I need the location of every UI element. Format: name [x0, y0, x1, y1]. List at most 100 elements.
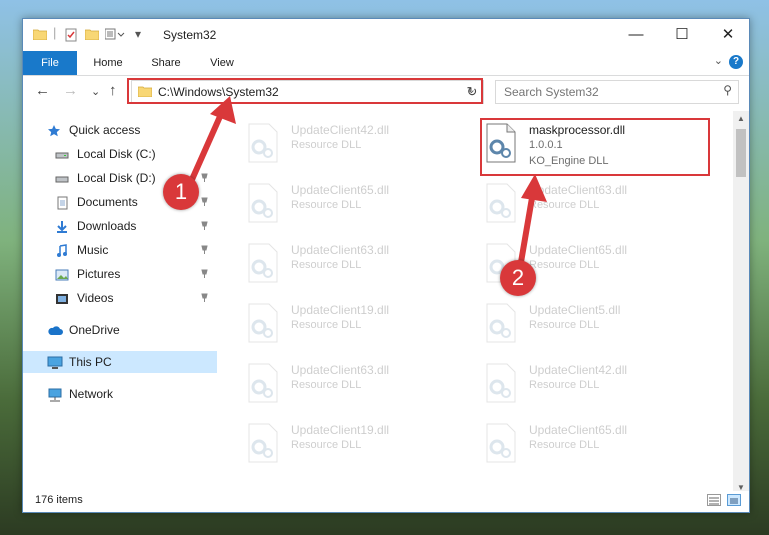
search-input[interactable]	[502, 84, 706, 100]
sidebar-item-label: Pictures	[77, 267, 121, 281]
sidebar-item-label: Quick access	[69, 123, 141, 137]
properties-icon[interactable]	[65, 28, 77, 45]
list-item[interactable]: UpdateClient63.dll Resource DLL	[235, 357, 465, 411]
music-icon	[55, 243, 69, 257]
large-icons-view-icon[interactable]	[727, 494, 741, 506]
tab-file[interactable]: File	[23, 51, 77, 75]
sidebar-item-pictures[interactable]: Pictures	[23, 263, 217, 285]
dll-file-icon	[245, 423, 281, 463]
sidebar-item-videos[interactable]: Videos	[23, 287, 217, 309]
dll-file-icon	[483, 363, 519, 403]
details-view-icon[interactable]	[707, 494, 721, 506]
scroll-up-icon[interactable]: ▲	[733, 111, 749, 127]
navigation-bar: ← → ⌄ ↑ C:\Windows\System32 ⌄ ↻ ⚲	[23, 76, 749, 110]
quick-access-dropdown-icon[interactable]: ▾	[135, 27, 141, 41]
cloud-icon	[47, 323, 63, 337]
step-1-callout: 1	[163, 174, 199, 210]
recent-locations-button[interactable]: ⌄	[91, 85, 100, 98]
new-folder-icon[interactable]	[84, 28, 100, 43]
minimize-button[interactable]: —	[613, 23, 659, 47]
list-item[interactable]: UpdateClient19.dll Resource DLL	[235, 297, 465, 351]
list-item[interactable]: UpdateClient42.dll Resource DLL	[473, 357, 703, 411]
file-description: Resource DLL	[291, 379, 362, 391]
up-button[interactable]: ↑	[109, 82, 117, 99]
file-description: Resource DLL	[291, 199, 362, 211]
search-icon[interactable]: ⚲	[723, 83, 732, 97]
sidebar-item-this-pc[interactable]: This PC	[23, 351, 217, 373]
list-item[interactable]: UpdateClient19.dll Resource DLL	[235, 417, 465, 471]
sidebar-item-onedrive[interactable]: OneDrive	[23, 319, 217, 341]
file-name: UpdateClient65.dll	[291, 183, 390, 197]
sidebar-item-label: Documents	[77, 195, 138, 209]
sidebar-item-label: Videos	[77, 291, 114, 305]
file-name: UpdateClient42.dll	[291, 123, 390, 137]
sidebar-item-quick-access[interactable]: Quick access	[23, 119, 217, 141]
close-button[interactable]: ✕	[705, 23, 749, 47]
sidebar-item-downloads[interactable]: Downloads	[23, 215, 217, 237]
customize-toolbar-icon[interactable]	[104, 28, 127, 43]
sidebar-item-label: This PC	[69, 355, 112, 369]
file-name: UpdateClient65.dll	[529, 243, 628, 257]
window-title: System32	[163, 28, 217, 42]
help-icon[interactable]: ?	[729, 55, 743, 69]
dll-file-icon	[483, 183, 519, 223]
dll-file-icon	[245, 183, 281, 223]
file-name: UpdateClient63.dll	[529, 183, 628, 197]
file-description: KO_Engine DLL	[529, 155, 609, 167]
back-button[interactable]: ←	[35, 82, 50, 99]
tab-share[interactable]: Share	[141, 51, 191, 75]
file-version: 1.0.0.1	[529, 139, 563, 151]
step-2-callout: 2	[500, 260, 536, 296]
address-path[interactable]: C:\Windows\System32	[158, 85, 279, 99]
file-description: Resource DLL	[291, 319, 362, 331]
file-description: Resource DLL	[291, 439, 362, 451]
sidebar-item-label: OneDrive	[69, 323, 120, 337]
list-item[interactable]: UpdateClient65.dll Resource DLL	[235, 177, 465, 231]
computer-icon	[47, 355, 63, 369]
forward-button[interactable]: →	[63, 82, 78, 99]
documents-icon	[55, 195, 69, 210]
dll-file-icon	[245, 123, 281, 163]
navigation-pane: Quick access Local Disk (C:) Local Disk …	[23, 111, 217, 496]
pin-icon[interactable]	[200, 287, 209, 317]
network-icon	[47, 387, 62, 402]
drive-icon	[55, 171, 69, 185]
file-name: maskprocessor.dll	[529, 123, 626, 137]
scrollbar-thumb[interactable]	[736, 129, 746, 177]
file-name: UpdateClient19.dll	[291, 303, 390, 317]
dll-file-icon	[245, 363, 281, 403]
folder-icon[interactable]	[32, 28, 48, 43]
list-item-maskprocessor[interactable]: maskprocessor.dll 1.0.0.1 KO_Engine DLL	[473, 117, 703, 171]
file-list: UpdateClient42.dll Resource DLL UpdateCl…	[235, 111, 733, 496]
file-description: Resource DLL	[529, 199, 600, 211]
list-item[interactable]: UpdateClient5.dll Resource DLL	[473, 297, 703, 351]
search-box[interactable]: ⚲	[495, 80, 739, 104]
title-bar: | ▾ System32 — ☐ ✕	[23, 19, 749, 51]
list-item[interactable]: UpdateClient42.dll Resource DLL	[235, 117, 465, 171]
list-item[interactable]: UpdateClient65.dll Resource DLL	[473, 417, 703, 471]
collapse-ribbon-icon[interactable]: ⌄	[714, 54, 723, 67]
maximize-button[interactable]: ☐	[659, 23, 705, 47]
sidebar-item-music[interactable]: Music	[23, 239, 217, 261]
dll-file-icon	[483, 423, 519, 463]
list-item[interactable]: UpdateClient63.dll Resource DLL	[473, 177, 703, 231]
vertical-scrollbar[interactable]: ▲ ▼	[733, 111, 749, 496]
videos-icon	[55, 291, 69, 305]
address-bar[interactable]: C:\Windows\System32 ⌄	[131, 80, 483, 104]
pictures-icon	[55, 267, 69, 281]
sidebar-item-network[interactable]: Network	[23, 383, 217, 405]
file-name: UpdateClient63.dll	[291, 243, 390, 257]
tab-home[interactable]: Home	[83, 51, 133, 75]
file-description: Resource DLL	[291, 139, 362, 151]
downloads-icon	[55, 219, 69, 233]
file-name: UpdateClient19.dll	[291, 423, 390, 437]
file-description: Resource DLL	[529, 259, 600, 271]
file-explorer-window: | ▾ System32 — ☐ ✕ File Home Share View …	[22, 18, 750, 513]
star-icon	[47, 123, 61, 137]
refresh-button[interactable]: ↻	[461, 80, 484, 104]
sidebar-item-label: Downloads	[77, 219, 137, 233]
list-item[interactable]: UpdateClient63.dll Resource DLL	[235, 237, 465, 291]
tab-view[interactable]: View	[197, 51, 247, 75]
sidebar-item-local-disk-c[interactable]: Local Disk (C:)	[23, 143, 217, 165]
sidebar-item-label: Network	[69, 387, 114, 401]
